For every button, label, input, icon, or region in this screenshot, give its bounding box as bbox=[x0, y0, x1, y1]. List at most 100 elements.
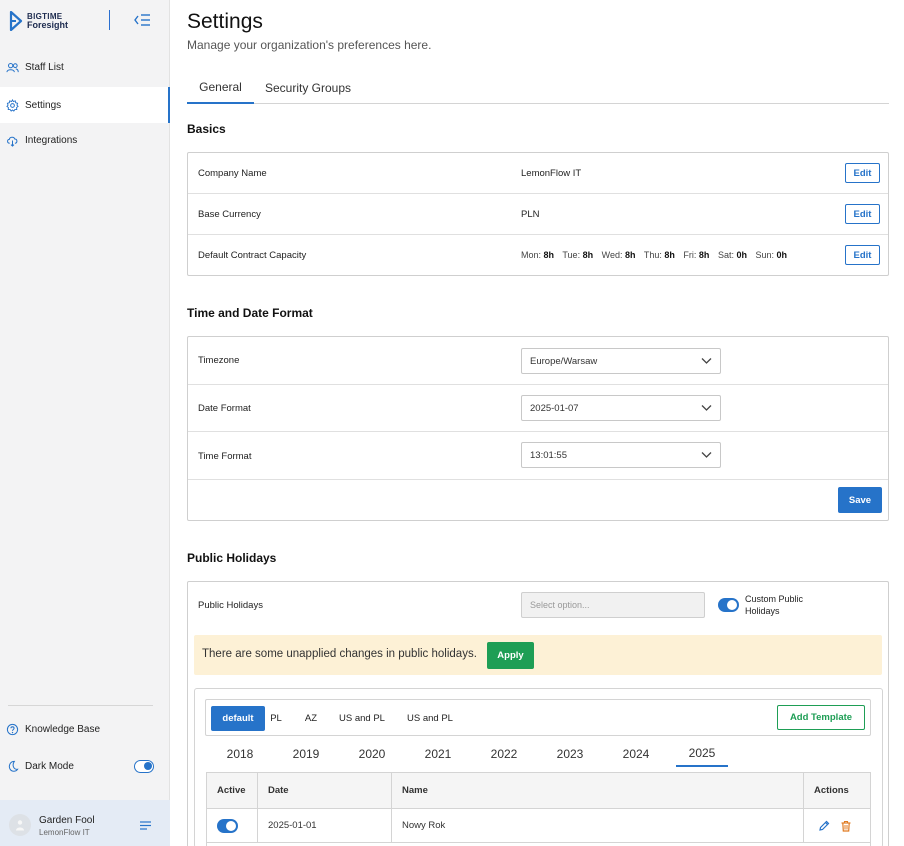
gear-icon bbox=[6, 98, 19, 112]
add-template-button[interactable]: Add Template bbox=[777, 705, 865, 730]
date-format-select[interactable]: 2025-01-07 bbox=[521, 395, 721, 421]
chevron-down-icon bbox=[701, 358, 712, 364]
capacity-hours: 8h bbox=[543, 250, 555, 260]
timezone-select[interactable]: Europe/Warsaw bbox=[521, 348, 721, 374]
logo-line2: Foresight bbox=[27, 20, 69, 30]
custom-public-holidays-toggle[interactable] bbox=[718, 598, 739, 612]
sidebar-item-integrations[interactable]: Integrations bbox=[0, 122, 170, 158]
trash-icon[interactable] bbox=[840, 820, 852, 832]
sidebar-item-settings[interactable]: Settings bbox=[0, 87, 170, 123]
time-date-title: Time and Date Format bbox=[187, 306, 313, 320]
time-date-card: Timezone Europe/Warsaw Date Format 2025-… bbox=[187, 336, 889, 521]
capacity-hours: 8h bbox=[582, 250, 594, 260]
column-header-name: Name bbox=[392, 773, 804, 809]
logo[interactable]: BIGTIME Foresight bbox=[9, 11, 68, 31]
template-tabs: default PL AZ US and PL US and PL Add Te… bbox=[205, 699, 871, 736]
table-cell-active bbox=[207, 809, 258, 843]
holiday-templates-panel: default PL AZ US and PL US and PL Add Te… bbox=[194, 688, 883, 846]
capacity-day: Fri: bbox=[683, 250, 697, 260]
holiday-active-toggle[interactable] bbox=[217, 818, 238, 833]
apply-button[interactable]: Apply bbox=[487, 642, 534, 669]
user-name: Garden Fool bbox=[39, 815, 95, 826]
capacity-hours: 0h bbox=[776, 250, 788, 260]
dark-mode-toggle[interactable] bbox=[134, 760, 154, 773]
public-holidays-card: Public Holidays Select option... Custom … bbox=[187, 581, 889, 846]
settings-tabs: General Security Groups bbox=[187, 72, 889, 104]
avatar bbox=[9, 814, 31, 836]
template-tab-default[interactable]: default bbox=[211, 706, 265, 731]
user-profile[interactable]: Garden Fool LemonFlow IT bbox=[0, 800, 170, 846]
capacity-hours: 0h bbox=[736, 250, 747, 260]
tab-security-groups[interactable]: Security Groups bbox=[259, 72, 357, 104]
user-icon bbox=[16, 820, 24, 831]
template-tab-pl[interactable]: PL bbox=[266, 706, 286, 731]
year-tab-2021[interactable]: 2021 bbox=[412, 741, 464, 767]
company-name-label: Company Name bbox=[198, 168, 267, 179]
template-tab-az[interactable]: AZ bbox=[299, 706, 323, 731]
year-tab-2023[interactable]: 2023 bbox=[544, 741, 596, 767]
dark-mode-label: Dark Mode bbox=[25, 760, 74, 772]
table-cell-name: Nowy Rok bbox=[392, 809, 804, 843]
company-name-value: LemonFlow IT bbox=[521, 168, 582, 179]
sidebar-item-knowledge-base[interactable]: Knowledge Base bbox=[0, 711, 170, 747]
capacity-hours: 8h bbox=[664, 250, 675, 260]
year-tab-2022[interactable]: 2022 bbox=[478, 741, 530, 767]
sidebar: BIGTIME Foresight Staff List Settings In… bbox=[0, 0, 170, 846]
public-holidays-label: Public Holidays bbox=[198, 600, 263, 611]
edit-company-name-button[interactable]: Edit bbox=[845, 163, 880, 183]
capacity-hours: 8h bbox=[698, 250, 710, 260]
template-tab-us-and-pl-2[interactable]: US and PL bbox=[402, 706, 458, 731]
timezone-row: Timezone Europe/Warsaw bbox=[188, 337, 888, 385]
base-currency-label: Base Currency bbox=[198, 209, 261, 220]
year-tab-2020[interactable]: 2020 bbox=[346, 741, 398, 767]
year-tab-2019[interactable]: 2019 bbox=[280, 741, 332, 767]
pencil-icon[interactable] bbox=[818, 820, 830, 832]
column-header-actions: Actions bbox=[804, 773, 870, 809]
company-name-row: Company Name LemonFlow IT Edit bbox=[188, 153, 888, 194]
contract-capacity-row: Default Contract Capacity Mon: 8h Tue: 8… bbox=[188, 235, 888, 276]
custom-public-holidays-label: Custom Public Holidays bbox=[745, 594, 804, 616]
user-org: LemonFlow IT bbox=[39, 828, 90, 837]
save-button[interactable]: Save bbox=[838, 487, 882, 513]
page-subtitle: Manage your organization's preferences h… bbox=[187, 38, 432, 52]
sidebar-item-label: Settings bbox=[25, 99, 62, 111]
contract-capacity-label: Default Contract Capacity bbox=[198, 250, 307, 261]
time-format-select[interactable]: 13:01:55 bbox=[521, 442, 721, 468]
time-format-row: Time Format 13:01:55 bbox=[188, 432, 888, 480]
edit-contract-capacity-button[interactable]: Edit bbox=[845, 245, 880, 265]
date-format-label: Date Format bbox=[198, 403, 251, 414]
holidays-table: Active Date Name Actions 2025-01-01 Nowy… bbox=[206, 772, 871, 846]
capacity-day: Tue: bbox=[562, 250, 581, 260]
basics-card: Company Name LemonFlow IT Edit Base Curr… bbox=[187, 152, 889, 276]
date-format-row: Date Format 2025-01-07 bbox=[188, 385, 888, 432]
time-format-label: Time Format bbox=[198, 451, 252, 462]
capacity-hours: 8h bbox=[624, 250, 636, 260]
sidebar-item-label: Staff List bbox=[25, 61, 64, 73]
menu-icon[interactable] bbox=[139, 820, 152, 831]
date-format-value: 2025-01-07 bbox=[530, 402, 579, 414]
time-format-value: 13:01:55 bbox=[530, 449, 567, 461]
sidebar-item-staff-list[interactable]: Staff List bbox=[0, 49, 170, 85]
template-tab-us-and-pl[interactable]: US and PL bbox=[334, 706, 390, 731]
collapse-sidebar-icon[interactable] bbox=[133, 12, 151, 28]
year-tab-2018[interactable]: 2018 bbox=[214, 741, 266, 767]
public-holidays-select[interactable]: Select option... bbox=[521, 592, 705, 618]
capacity-day: Sun: bbox=[755, 250, 775, 260]
capacity-day: Wed: bbox=[601, 250, 623, 260]
public-holidays-title: Public Holidays bbox=[187, 551, 277, 565]
unapplied-changes-banner: There are some unapplied changes in publ… bbox=[194, 635, 882, 675]
timezone-value: Europe/Warsaw bbox=[530, 355, 598, 367]
tab-general[interactable]: General bbox=[187, 72, 254, 104]
year-tab-2025[interactable]: 2025 bbox=[676, 741, 728, 767]
timezone-label: Timezone bbox=[198, 355, 240, 366]
basics-title: Basics bbox=[187, 122, 226, 136]
year-tab-2024[interactable]: 2024 bbox=[610, 741, 662, 767]
help-circle-icon bbox=[6, 723, 19, 735]
edit-base-currency-button[interactable]: Edit bbox=[845, 204, 880, 224]
capacity-day: Thu: bbox=[643, 250, 662, 260]
base-currency-row: Base Currency PLN Edit bbox=[188, 194, 888, 235]
sidebar-item-label: Integrations bbox=[25, 134, 78, 146]
capacity-day: Sat: bbox=[717, 250, 734, 260]
table-cell-date: 2025-01-01 bbox=[258, 809, 392, 843]
warning-text: There are some unapplied changes in publ… bbox=[202, 648, 477, 660]
